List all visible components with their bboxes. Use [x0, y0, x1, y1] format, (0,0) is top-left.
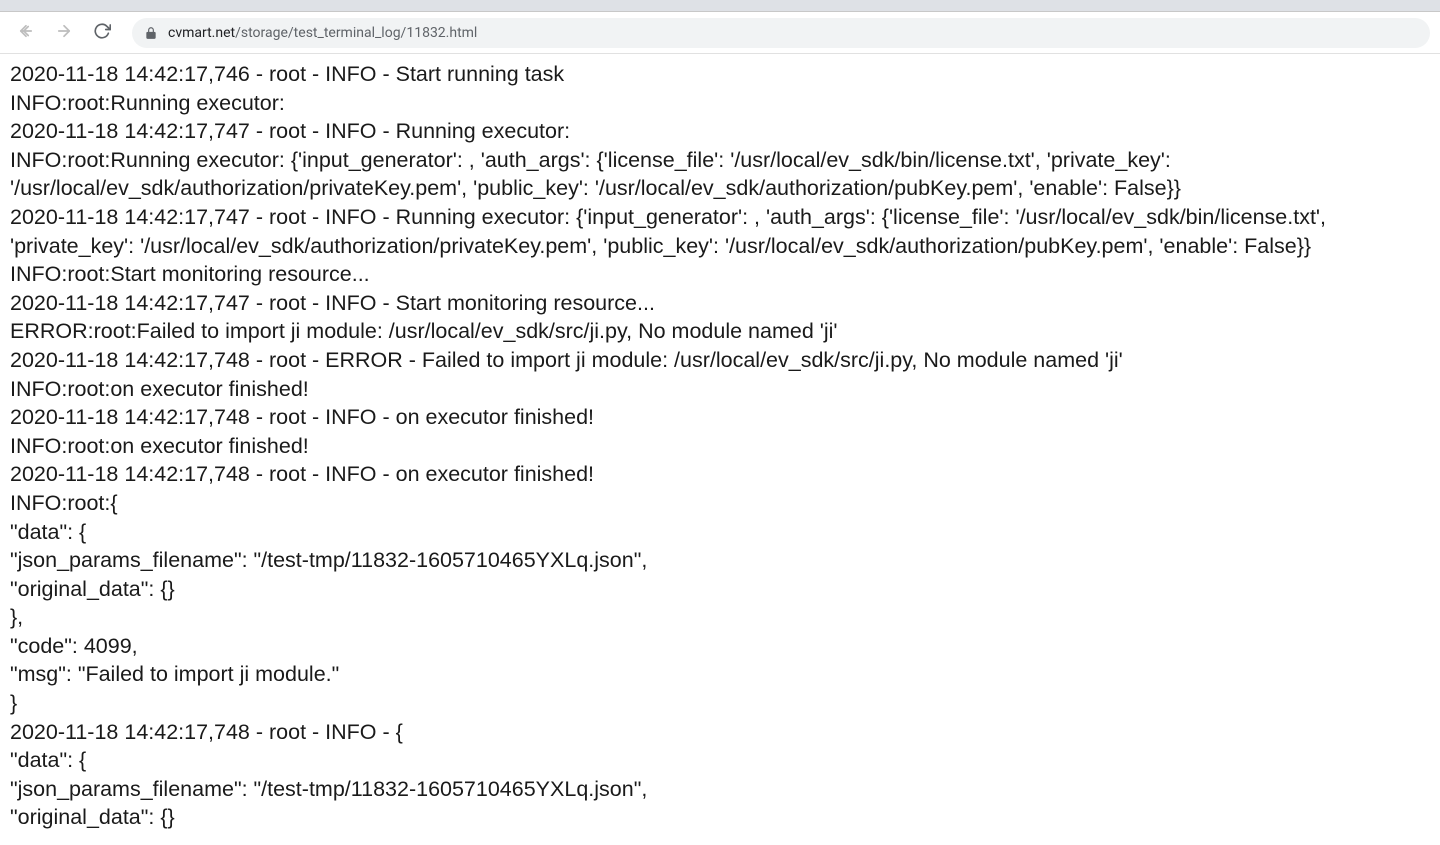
- url-domain: cvmart.net: [168, 25, 235, 41]
- url-path: /storage/test_terminal_log/11832.html: [235, 25, 477, 41]
- lock-icon: [144, 26, 158, 40]
- log-content: 2020-11-18 14:42:17,746 - root - INFO - …: [0, 54, 1440, 838]
- tab-strip: [0, 0, 1440, 12]
- address-bar[interactable]: cvmart.net/storage/test_terminal_log/118…: [132, 18, 1430, 48]
- arrow-right-icon: [55, 22, 73, 43]
- reload-icon: [93, 22, 111, 43]
- browser-toolbar: cvmart.net/storage/test_terminal_log/118…: [0, 12, 1440, 54]
- back-button[interactable]: [10, 17, 42, 49]
- forward-button[interactable]: [48, 17, 80, 49]
- reload-button[interactable]: [86, 17, 118, 49]
- arrow-left-icon: [17, 22, 35, 43]
- url-text: cvmart.net/storage/test_terminal_log/118…: [168, 25, 477, 41]
